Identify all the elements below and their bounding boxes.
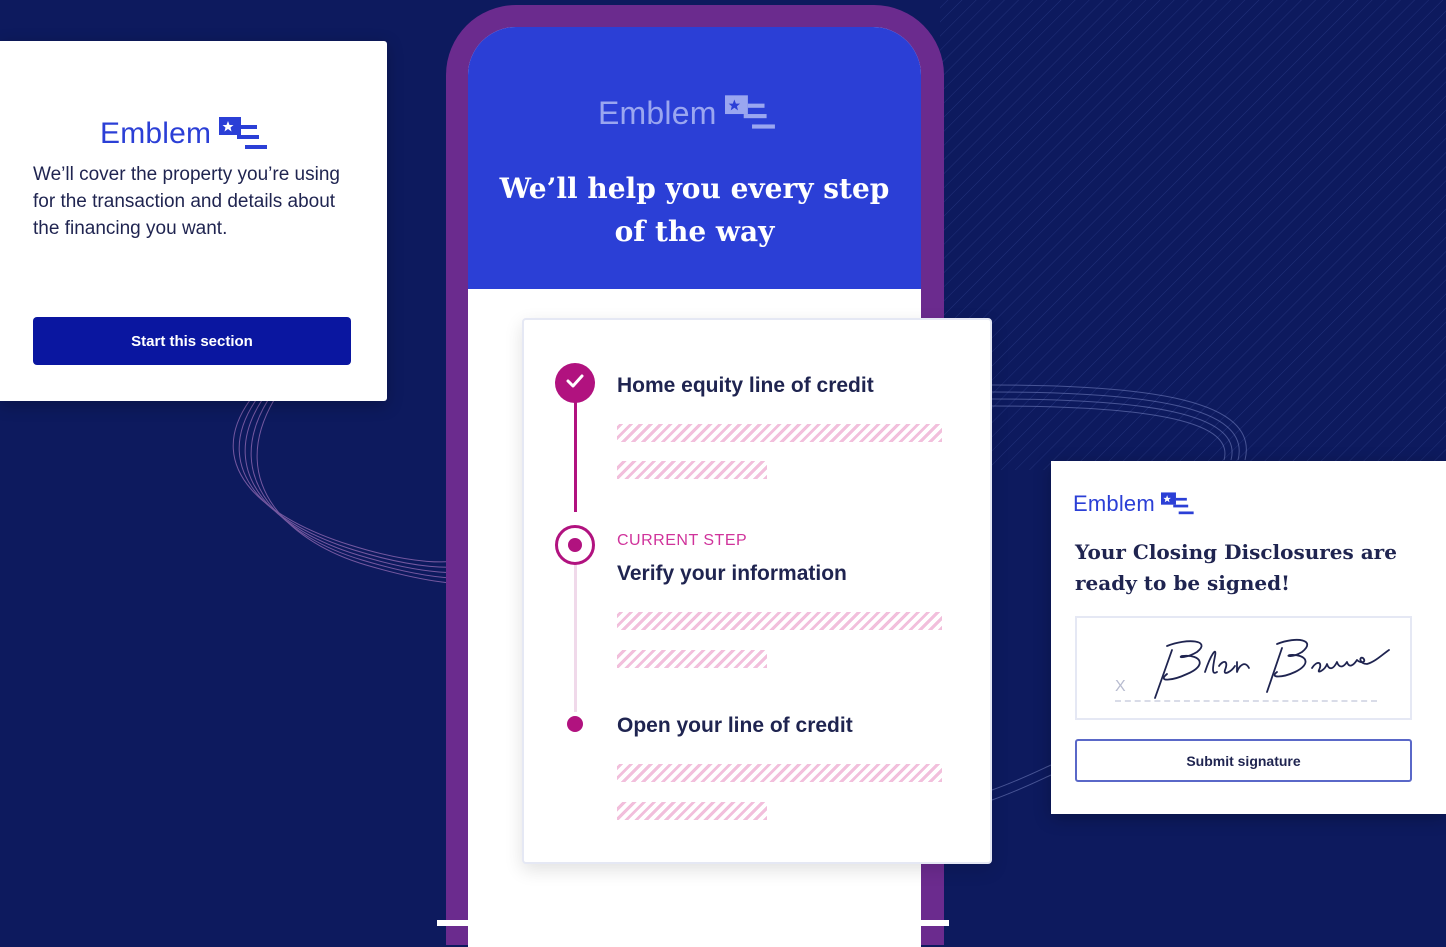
placeholder-bar xyxy=(617,802,767,820)
brand-logo: Emblem xyxy=(1073,491,1195,517)
brand-logo: Emblem xyxy=(100,115,269,153)
phone-header: Emblem We’ll help you every step of the … xyxy=(468,27,921,289)
step-complete-indicator xyxy=(555,363,595,403)
signature-headline: Your Closing Disclosures are ready to be… xyxy=(1075,540,1397,595)
current-step-tag: CURRENT STEP xyxy=(617,532,748,549)
intro-card: Emblem We’ll cover the property you’re u… xyxy=(0,41,387,401)
step-current-indicator xyxy=(555,525,595,565)
brand-name: Emblem xyxy=(100,117,212,150)
step-upcoming-indicator xyxy=(567,716,583,732)
flag-icon xyxy=(219,115,269,153)
flag-icon xyxy=(724,93,777,133)
progress-steps-card: Home equity line of credit CURRENT STEP … xyxy=(522,318,992,864)
placeholder-bar xyxy=(617,650,767,668)
signature-field[interactable]: X xyxy=(1075,616,1412,720)
flag-icon xyxy=(1160,491,1195,517)
brand-name: Emblem xyxy=(1073,491,1155,516)
signature-line xyxy=(1115,700,1377,702)
signature-card: Emblem Your Closing Disclosures are read… xyxy=(1051,461,1446,814)
step-3-label: Open your line of credit xyxy=(617,714,853,737)
intro-description: We’ll cover the property you’re using fo… xyxy=(33,164,340,239)
progress-line-complete xyxy=(574,402,577,512)
placeholder-bar xyxy=(617,612,942,630)
phone-brand-logo: Emblem xyxy=(598,93,777,133)
placeholder-bar xyxy=(617,461,767,479)
phone-bottom-edge xyxy=(437,920,949,926)
submit-signature-button[interactable]: Submit signature xyxy=(1075,739,1412,782)
placeholder-bar xyxy=(617,424,942,442)
step-2-label: Verify your information xyxy=(617,562,847,585)
phone-brand-name: Emblem xyxy=(598,94,717,131)
placeholder-bar xyxy=(617,764,942,782)
step-1-label: Home equity line of credit xyxy=(617,374,874,397)
signature-x-mark: X xyxy=(1115,678,1126,695)
checkmark-icon xyxy=(565,373,585,394)
phone-title: We’ll help you every step of the way xyxy=(499,172,890,248)
handwritten-signature xyxy=(1154,638,1390,699)
start-section-button[interactable]: Start this section xyxy=(33,317,351,365)
progress-line-pending xyxy=(574,564,577,712)
